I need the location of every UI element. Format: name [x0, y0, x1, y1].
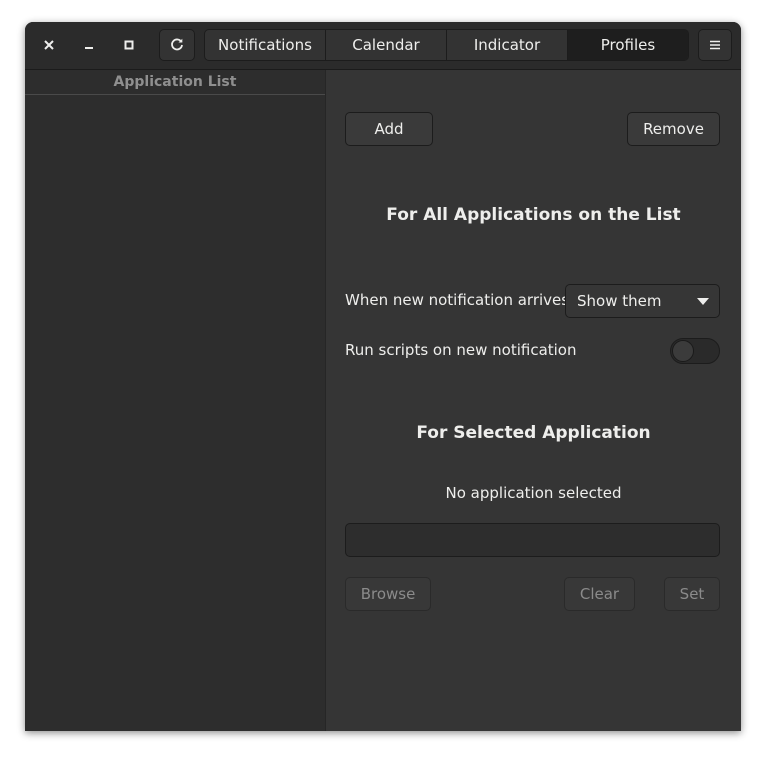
all-applications-title: For All Applications on the List — [386, 205, 681, 225]
close-button[interactable] — [37, 32, 61, 58]
minimize-icon — [85, 47, 93, 49]
application-list-header: Application List — [25, 70, 325, 95]
clear-button[interactable]: Clear — [564, 577, 635, 611]
hamburger-menu-icon — [710, 40, 720, 50]
run-scripts-label: Run scripts on new notification — [345, 341, 577, 359]
header-bar: Notifications Calendar Indicator Profile… — [25, 22, 741, 70]
script-path-input[interactable] — [345, 523, 720, 557]
browse-button[interactable]: Browse — [345, 577, 431, 611]
main-menu-button[interactable] — [698, 29, 732, 61]
switch-knob — [672, 340, 694, 362]
refresh-icon — [171, 38, 183, 51]
dropdown-arrow-icon — [697, 298, 709, 305]
application-list-panel: Application List — [25, 70, 326, 731]
application-list[interactable] — [25, 95, 325, 731]
tab-indicator[interactable]: Indicator — [447, 30, 568, 60]
refresh-button[interactable] — [159, 29, 195, 61]
maximize-button[interactable] — [117, 32, 141, 58]
close-icon — [44, 40, 54, 50]
remove-button[interactable]: Remove — [627, 112, 720, 146]
tab-notifications[interactable]: Notifications — [205, 30, 326, 60]
minimize-button[interactable] — [77, 32, 101, 58]
profile-settings-panel: Add Remove For All Applications on the L… — [326, 70, 741, 731]
selection-status: No application selected — [445, 484, 622, 502]
maximize-icon — [124, 40, 134, 50]
run-scripts-switch[interactable] — [670, 338, 720, 364]
view-switcher: Notifications Calendar Indicator Profile… — [204, 29, 689, 61]
notification-action-value: Show them — [577, 292, 662, 310]
tab-profiles[interactable]: Profiles — [568, 30, 688, 60]
notification-arrival-label: When new notification arrives — [345, 291, 570, 309]
tab-calendar[interactable]: Calendar — [326, 30, 447, 60]
notification-action-dropdown[interactable]: Show them — [565, 284, 720, 318]
app-window: Notifications Calendar Indicator Profile… — [25, 22, 741, 731]
add-button[interactable]: Add — [345, 112, 433, 146]
selected-application-title: For Selected Application — [416, 423, 651, 443]
set-button[interactable]: Set — [664, 577, 720, 611]
